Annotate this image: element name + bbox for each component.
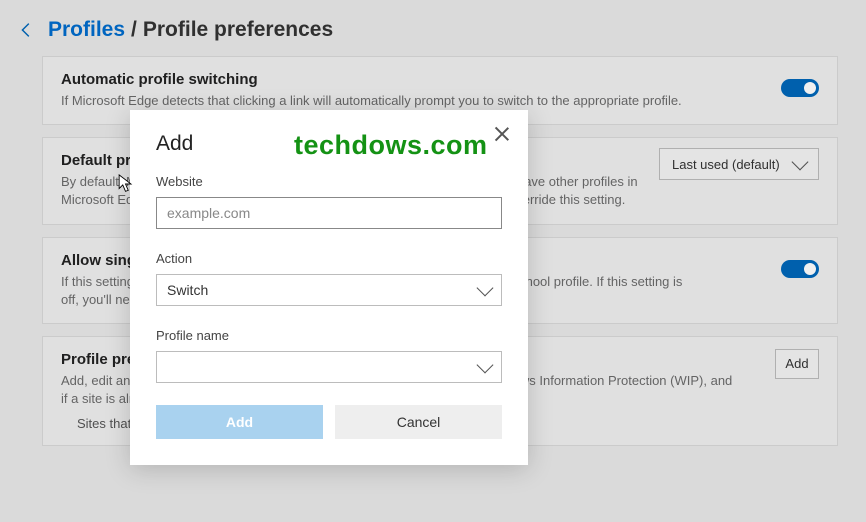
website-label: Website <box>156 174 502 189</box>
auto-switch-toggle[interactable] <box>781 79 819 97</box>
chevron-down-icon <box>477 357 494 374</box>
page-header: Profiles / Profile preferences <box>0 0 866 56</box>
card-title: Automatic profile switching <box>61 71 819 88</box>
add-site-button[interactable]: Add <box>775 349 819 379</box>
action-label: Action <box>156 251 502 266</box>
chevron-down-icon <box>477 280 494 297</box>
dialog-cancel-button[interactable]: Cancel <box>335 405 502 439</box>
action-select-value: Switch <box>167 282 208 298</box>
website-input[interactable] <box>156 197 502 229</box>
breadcrumb-root[interactable]: Profiles <box>48 18 125 42</box>
breadcrumb-separator: / <box>131 18 137 42</box>
profile-name-select[interactable] <box>156 351 502 383</box>
action-select[interactable]: Switch <box>156 274 502 306</box>
dropdown-value: Last used (default) <box>672 157 780 172</box>
add-site-dialog: Add Website Action Switch Profile name A… <box>130 110 528 465</box>
dialog-title: Add <box>156 132 502 156</box>
chevron-down-icon <box>792 154 809 171</box>
single-signon-toggle[interactable] <box>781 260 819 278</box>
close-icon[interactable] <box>492 124 512 144</box>
profile-name-label: Profile name <box>156 328 502 343</box>
breadcrumb-current: Profile preferences <box>143 18 333 42</box>
default-profile-dropdown[interactable]: Last used (default) <box>659 148 819 180</box>
dialog-add-button[interactable]: Add <box>156 405 323 439</box>
card-description: If Microsoft Edge detects that clicking … <box>61 92 701 110</box>
back-arrow-icon[interactable] <box>16 19 38 41</box>
